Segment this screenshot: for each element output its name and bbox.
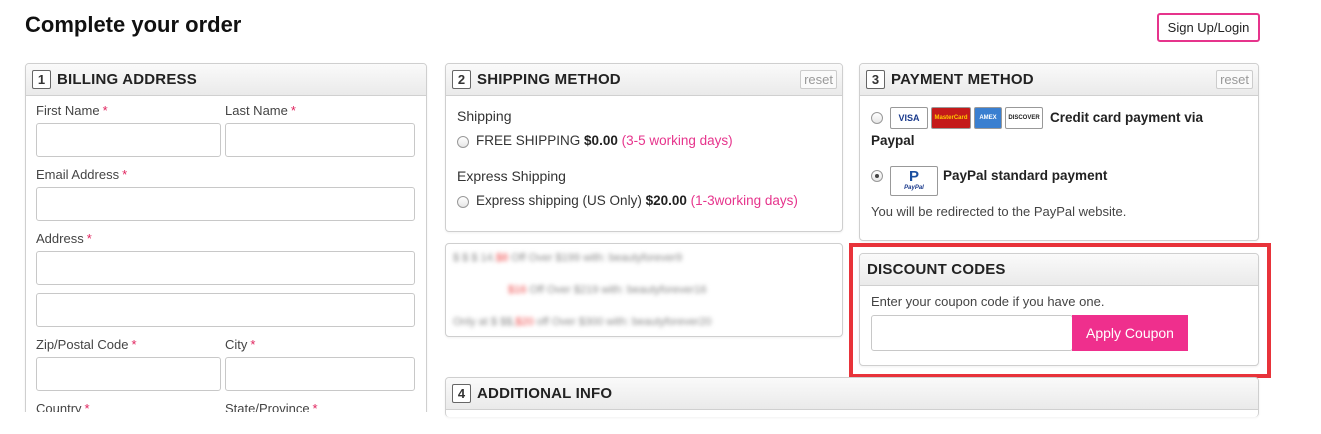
label-text: City [225,337,248,352]
email-field[interactable] [36,187,415,221]
promo-text: $ $ $ 14. [453,252,496,264]
promo-text: off Over $300 with: beautyforever20 [533,316,712,328]
promo-line: $ $ $ 14.$8 Off Over $199 with: beautyfo… [453,252,682,264]
credit-card-label-line2: Paypal [871,133,915,148]
step-number: 4 [452,384,471,403]
additional-info-panel: 4 ADDITIONAL INFO [445,377,1259,417]
last-name-label: Last Name * [225,103,296,118]
required-mark: * [102,103,108,118]
payment-reset-button[interactable]: reset [1216,70,1253,89]
shipping-method-header: 2 SHIPPING METHOD reset [446,64,842,96]
payment-method-header: 3 PAYMENT METHOD reset [860,64,1258,96]
city-label: City * [225,337,255,352]
required-mark: * [250,337,256,352]
page-title: Complete your order [25,12,242,37]
signup-login-button[interactable]: Sign Up/Login [1157,13,1260,42]
label-text: First Name [36,103,100,118]
paypal-label: PayPal standard payment [943,168,1108,183]
discover-icon: DISCOVER [1005,107,1043,129]
label-text: Zip/Postal Code [36,337,129,352]
paypal-p-mark: P [908,168,919,185]
promo-amount: $20 [515,316,534,328]
zip-label: Zip/Postal Code * [36,337,137,352]
discount-highlight-frame [849,243,1271,378]
paypal-word: PayPal [904,185,924,191]
option-days: (3-5 working days) [621,133,733,148]
step-number: 3 [866,70,885,89]
credit-card-radio[interactable] [871,112,883,124]
amex-icon: AMEX [974,107,1002,129]
billing-address-header: 1 BILLING ADDRESS [26,64,426,96]
promo-line: Only at $ $$,$20 off Over $300 with: bea… [453,316,711,328]
label-text: Last Name [225,103,288,118]
step-number: 1 [32,70,51,89]
shipping-group-heading: Shipping [457,108,512,124]
required-mark: * [290,103,296,118]
label-text: Address [36,231,84,246]
promo-amount: $8 [495,252,509,264]
card-name: DISCOVER [1008,115,1040,121]
option-days: (1-3working days) [690,193,798,208]
city-field[interactable] [225,357,415,391]
required-mark: * [86,231,92,246]
panel-title: SHIPPING METHOD [477,71,621,88]
promo-text: Only at $ $$, [453,316,516,328]
promo-amount: $16 [508,284,527,296]
option-label: Express shipping (US Only) [476,193,642,208]
first-name-field[interactable] [36,123,221,157]
express-shipping-radio[interactable] [457,196,469,208]
last-name-field[interactable] [225,123,415,157]
panel-title: PAYMENT METHOD [891,71,1034,88]
express-shipping-option[interactable]: Express shipping (US Only) $20.00 (1-3wo… [476,193,798,208]
paypal-radio[interactable] [871,170,883,182]
express-group-heading: Express Shipping [457,168,566,184]
card-name: AMEX [979,115,997,121]
address-line2-field[interactable] [36,293,415,327]
first-name-label: First Name * [36,103,108,118]
promo-text: Off Over $219 with: beautyforever16 [526,284,707,296]
shipping-reset-button[interactable]: reset [800,70,837,89]
option-price: $20.00 [645,193,687,208]
paypal-icon: P PayPal [890,166,938,196]
redirect-note: You will be redirected to the PayPal web… [871,204,1127,219]
mastercard-icon: MasterCard [931,107,971,129]
visa-icon: VISA [890,107,928,129]
zip-field[interactable] [36,357,221,391]
promo-text: Off Over $199 with: beautyforever9 [508,252,683,264]
email-label: Email Address * [36,167,127,182]
label-text: Email Address [36,167,120,182]
panel-title: BILLING ADDRESS [57,71,197,88]
option-label: FREE SHIPPING [476,133,581,148]
required-mark: * [131,337,137,352]
option-price: $0.00 [584,133,618,148]
card-name: MasterCard [934,115,968,121]
free-shipping-radio[interactable] [457,136,469,148]
panel-title: ADDITIONAL INFO [477,385,613,402]
additional-info-header: 4 ADDITIONAL INFO [446,378,1258,410]
required-mark: * [122,167,128,182]
promo-line: $16 Off Over $219 with: beautyforever16 [508,284,707,296]
credit-card-label-line1: Credit card payment via [1050,110,1204,125]
address-line1-field[interactable] [36,251,415,285]
step-number: 2 [452,70,471,89]
address-label: Address * [36,231,92,246]
free-shipping-option[interactable]: FREE SHIPPING $0.00 (3-5 working days) [476,133,733,148]
